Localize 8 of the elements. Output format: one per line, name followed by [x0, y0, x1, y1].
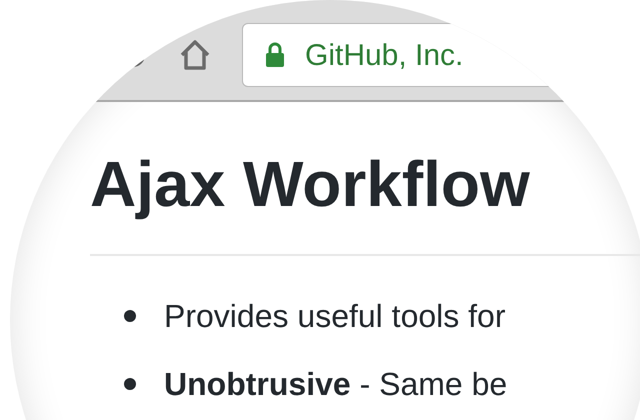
bullet-icon [124, 378, 136, 390]
bullet-text: Unobtrusive - Same be [164, 365, 508, 404]
site-identity: GitHub, Inc. [305, 38, 464, 74]
page-heading: Ajax Workflow [90, 147, 531, 222]
bullet-icon [124, 310, 136, 322]
bullet-text: Provides useful tools for [164, 297, 506, 336]
home-icon[interactable] [178, 39, 212, 71]
lock-icon [265, 42, 285, 68]
